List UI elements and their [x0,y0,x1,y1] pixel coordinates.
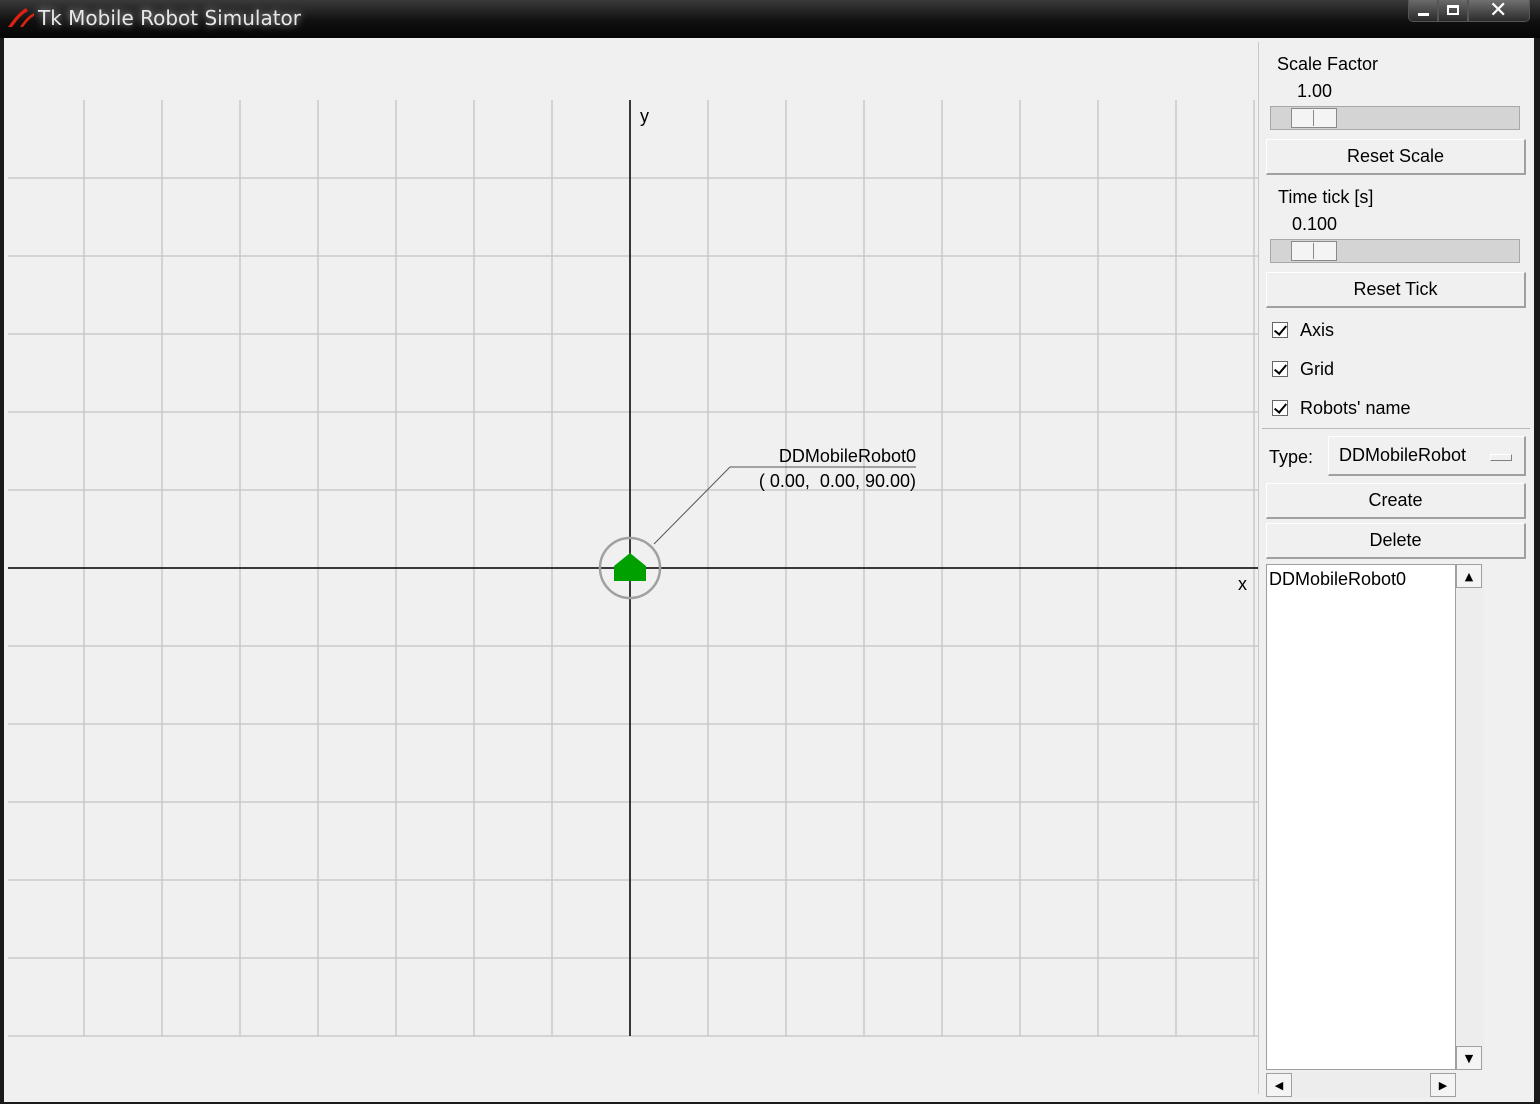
create-button[interactable]: Create [1266,483,1526,519]
scale-factor-value: 1.00 [1297,81,1333,101]
scroll-right-icon[interactable]: ▶ [1430,1073,1456,1097]
simulation-canvas[interactable]: x y DDMobileRobot0 ( 0.00, 0.00, 90.00) [8,42,1259,1094]
scroll-up-icon[interactable]: ▲ [1456,564,1482,588]
list-item[interactable]: DDMobileRobot0 [1269,569,1406,590]
time-tick-value: 0.100 [1292,214,1338,234]
reset-tick-button[interactable]: Reset Tick [1266,272,1526,308]
robots-name-checkbox-label: Robots' name [1300,397,1411,418]
robots-name-checkbox-box[interactable] [1272,400,1288,416]
robot-type-value: DDMobileRobot [1339,445,1467,465]
robot-name-label: DDMobileRobot0 [779,446,916,466]
tk-feather-icon [8,8,34,27]
window-title: Tk Mobile Robot Simulator [38,6,302,30]
grid-checkbox-box[interactable] [1272,361,1288,377]
time-tick-slider-thumb[interactable] [1291,241,1337,261]
scale-factor-slider-thumb[interactable] [1291,108,1337,128]
robot-marker-icon [614,553,646,581]
y-axis-label: y [640,106,649,126]
separator [1262,428,1530,429]
option-menu-indicator-icon [1490,454,1512,461]
robot-listbox[interactable]: DDMobileRobot0 [1266,564,1456,1070]
title-bar: Tk Mobile Robot Simulator ✕ [0,0,1540,38]
control-panel: Scale Factor 1.00 Reset Scale Time tick … [1262,42,1530,1100]
reset-scale-button[interactable]: Reset Scale [1266,139,1526,175]
robot-label: DDMobileRobot0 ( 0.00, 0.00, 90.00) [653,446,916,545]
simulation-drawing[interactable]: x y DDMobileRobot0 ( 0.00, 0.00, 90.00) [8,42,1258,1094]
scale-factor-label: Scale Factor [1277,54,1379,74]
time-tick-slider[interactable] [1270,239,1520,263]
vertical-scrollbar[interactable]: ▲ ▼ [1456,564,1484,1070]
time-tick-label: Time tick [s] [1278,187,1374,207]
grid-checkbox-label: Grid [1300,358,1335,379]
scale-factor-slider[interactable] [1270,106,1520,130]
axis-checkbox-box[interactable] [1272,322,1288,338]
close-icon[interactable]: ✕ [1468,0,1530,23]
grid-checkbox[interactable]: Grid [1272,356,1334,382]
scroll-left-icon[interactable]: ◀ [1266,1073,1292,1097]
robot-pose-label: ( 0.00, 0.00, 90.00) [759,471,916,491]
delete-button[interactable]: Delete [1266,523,1526,559]
robot-type-dropdown[interactable]: DDMobileRobot [1328,436,1526,476]
maximize-icon[interactable] [1438,0,1468,22]
robots-name-checkbox[interactable]: Robots' name [1272,395,1411,421]
x-axis-label: x [1238,574,1247,594]
axis-checkbox-label: Axis [1300,319,1335,340]
main-window: x y DDMobileRobot0 ( 0.00, 0.00, 90.00) … [4,38,1534,1102]
scroll-down-icon[interactable]: ▼ [1456,1046,1482,1070]
axis-checkbox[interactable]: Axis [1272,317,1334,343]
minimize-icon[interactable] [1408,0,1438,22]
type-label: Type: [1269,447,1314,467]
horizontal-scrollbar[interactable]: ◀ ▶ [1266,1072,1456,1098]
